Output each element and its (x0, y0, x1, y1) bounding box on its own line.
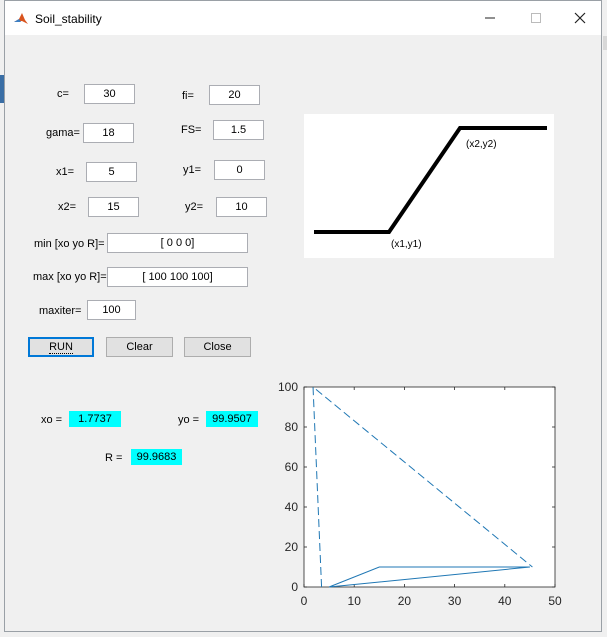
x2-input[interactable]: 15 (88, 197, 139, 217)
point-p1-label: (x1,y1) (391, 239, 422, 250)
fs-input[interactable]: 1.5 (213, 120, 264, 140)
min-input[interactable]: [ 0 0 0] (107, 233, 248, 253)
max-input[interactable]: [ 100 100 100] (107, 267, 248, 287)
x-tick-label: 0 (301, 594, 308, 608)
x-tick-label: 10 (348, 594, 362, 608)
minimize-icon (485, 17, 495, 19)
run-button[interactable]: RUN (28, 337, 94, 357)
y2-input[interactable]: 10 (216, 197, 267, 217)
result-plot: 0 10 20 30 40 50 0 20 40 60 80 100 (278, 380, 562, 608)
y-tick-label: 100 (278, 380, 298, 394)
xo-label: xo = (41, 414, 63, 426)
y-tick-label: 60 (285, 460, 299, 474)
x-tick-label: 20 (398, 594, 412, 608)
background-window-edge (603, 36, 607, 50)
figure-window: Soil_stability c= 30 fi= 20 gama= 18 FS=… (4, 0, 602, 632)
x-tick-label: 30 (448, 594, 462, 608)
max-label: max [xo yo R]= (33, 271, 107, 283)
close-icon (574, 12, 586, 24)
run-button-label: RUN (49, 341, 73, 354)
maxiter-input[interactable]: 100 (87, 300, 136, 320)
close-button[interactable]: Close (184, 337, 251, 357)
y2-label: y2= (185, 201, 204, 213)
slope-schematic: (x1,y1) (x2,y2) (304, 114, 554, 258)
maxiter-label: maxiter= (39, 305, 82, 317)
y1-input[interactable]: 0 (214, 160, 265, 180)
c-input[interactable]: 30 (84, 84, 135, 104)
minimize-button[interactable] (467, 1, 513, 35)
gama-label: gama= (46, 127, 80, 139)
y-tick-label: 40 (285, 500, 299, 514)
x1-input[interactable]: 5 (86, 162, 137, 182)
y-tick-label: 80 (285, 420, 299, 434)
gama-input[interactable]: 18 (83, 123, 134, 143)
window-title: Soil_stability (35, 12, 102, 26)
x-tick-label: 50 (548, 594, 562, 608)
close-window-button[interactable] (557, 1, 603, 35)
r-output: 99.9683 (131, 449, 182, 465)
clear-button[interactable]: Clear (106, 337, 173, 357)
xo-output: 1.7737 (69, 411, 121, 427)
y1-label: y1= (183, 164, 202, 176)
y-tick-label: 20 (285, 540, 299, 554)
maximize-icon (531, 13, 541, 23)
min-label: min [xo yo R]= (34, 238, 105, 250)
x1-label: x1= (56, 166, 75, 178)
c-label: c= (57, 88, 69, 100)
point-p2-label: (x2,y2) (466, 139, 497, 150)
plot-area (303, 386, 556, 588)
y-tick-label: 0 (291, 580, 298, 594)
x-tick-label: 40 (498, 594, 512, 608)
matlab-icon (13, 11, 29, 27)
fs-label: FS= (181, 124, 202, 136)
x2-label: x2= (58, 201, 77, 213)
yo-output: 99.9507 (206, 411, 258, 427)
fi-label: fi= (182, 90, 194, 102)
yo-label: yo = (178, 414, 200, 426)
maximize-button[interactable] (513, 1, 559, 35)
fi-input[interactable]: 20 (209, 85, 260, 105)
r-label: R = (105, 452, 123, 464)
title-bar: Soil_stability (5, 1, 601, 35)
